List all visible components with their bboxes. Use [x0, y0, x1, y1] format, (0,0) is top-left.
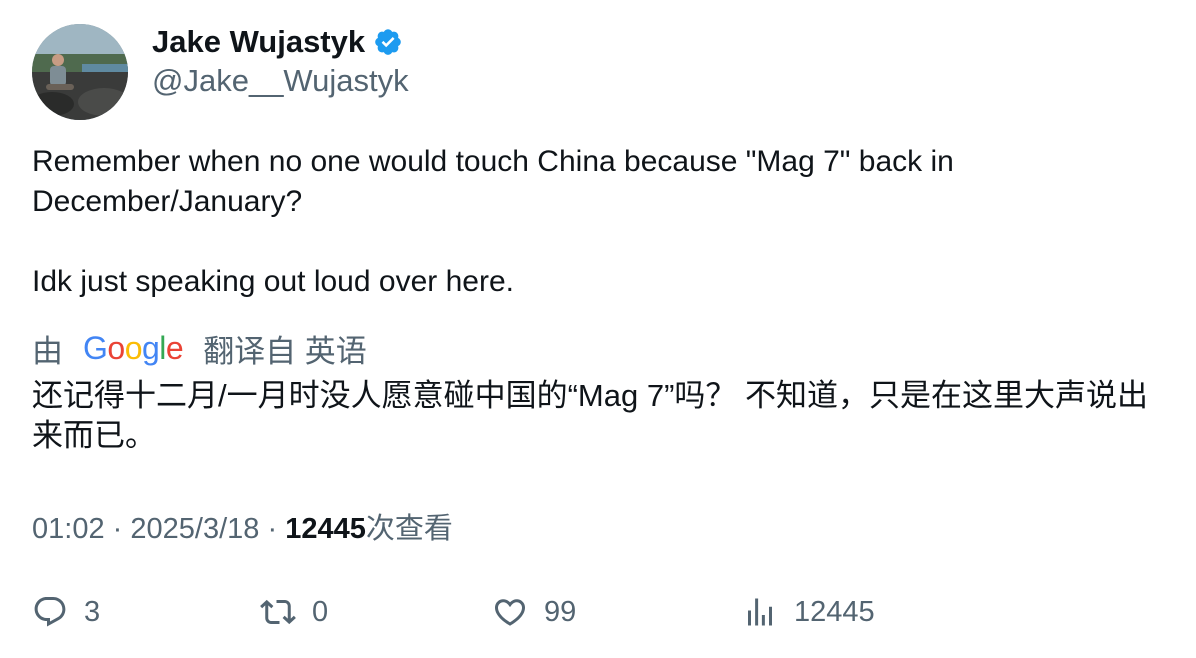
google-logo[interactable]: Google — [83, 329, 184, 367]
views-label: 次查看 — [365, 513, 453, 545]
retweet-icon — [260, 594, 296, 630]
tweet-paragraph: Remember when no one would touch China b… — [32, 145, 954, 218]
google-logo-letter: l — [159, 329, 166, 366]
meta-separator: · — [112, 513, 123, 545]
retweet-button[interactable]: 0 — [260, 592, 328, 632]
views-action-count: 12445 — [794, 595, 875, 628]
google-logo-letter: g — [141, 329, 160, 366]
like-button[interactable]: 99 — [492, 592, 576, 632]
tweet-meta: 01:02 · 2025/3/18 · 12445次查看 — [32, 505, 453, 547]
views-count: 12445 — [285, 513, 366, 545]
verified-badge-icon — [373, 27, 403, 57]
author-name[interactable]: Jake Wujastyk — [152, 24, 365, 60]
like-count: 99 — [544, 595, 577, 628]
google-logo-letter: e — [165, 329, 184, 366]
avatar-photo — [32, 24, 128, 120]
tweet-paragraph: Idk just speaking out loud over here. — [32, 265, 514, 298]
heart-icon — [492, 594, 528, 630]
author-avatar[interactable] — [32, 24, 128, 120]
translation-attribution: 由 Google 翻译自 英语 — [32, 328, 367, 369]
meta-separator: · — [267, 513, 278, 545]
reply-button[interactable]: 3 — [32, 592, 100, 632]
reply-icon — [32, 594, 68, 630]
views-button[interactable]: 12445 — [742, 592, 875, 632]
google-logo-letter: o — [124, 329, 143, 366]
tweet-time[interactable]: 01:02 — [32, 513, 105, 545]
tweet-date[interactable]: 2025/3/18 — [130, 513, 259, 545]
tweet-text: Remember when no one would touch China b… — [32, 142, 1162, 302]
google-logo-letter: o — [107, 329, 125, 366]
translated-text: 还记得十二月/一月时没人愿意碰中国的“Mag 7”吗？ 不知道，只是在这里大声说… — [32, 378, 1149, 453]
author-name-row[interactable]: Jake Wujastyk — [152, 22, 403, 62]
retweet-count: 0 — [312, 595, 329, 628]
author-handle[interactable]: @Jake__Wujastyk — [152, 63, 409, 99]
translation-prefix: 由 — [32, 333, 63, 369]
analytics-icon — [742, 594, 778, 630]
translation-suffix: 翻译自 英语 — [203, 333, 367, 369]
reply-count: 3 — [84, 595, 101, 628]
google-logo-letter: G — [83, 329, 108, 366]
